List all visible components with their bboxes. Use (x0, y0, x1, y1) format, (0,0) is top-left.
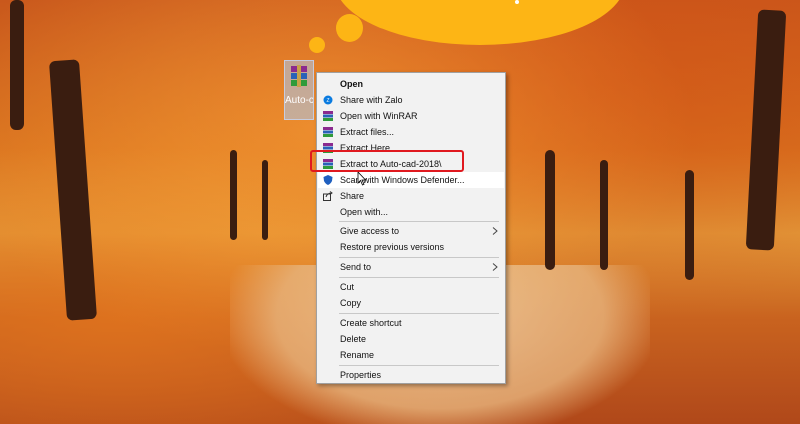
mouse-cursor-icon (357, 172, 367, 186)
tree-trunk (600, 160, 608, 270)
menu-item-delete[interactable]: Delete (318, 331, 504, 347)
menu-item-cut[interactable]: Cut (318, 279, 504, 295)
menu-item-create-shortcut[interactable]: Create shortcut (318, 315, 504, 331)
thought-bubble (335, 0, 625, 45)
tree-trunk (685, 170, 694, 280)
menu-separator (339, 313, 499, 314)
tree-trunk (262, 160, 268, 240)
winrar-icon (323, 111, 333, 121)
winrar-icon (323, 127, 333, 137)
thought-bubble-dot (336, 14, 363, 42)
menu-item-share-with-zalo[interactable]: Z Share with Zalo (318, 92, 504, 108)
tree-trunk (10, 0, 24, 130)
defender-icon (323, 175, 333, 185)
svg-text:Z: Z (326, 98, 329, 104)
tree-trunk (545, 150, 555, 270)
tree-trunk (230, 150, 237, 240)
menu-item-share[interactable]: Share (318, 188, 504, 204)
menu-separator (339, 365, 499, 366)
chevron-right-icon (492, 227, 498, 235)
context-menu: Open Z Share with Zalo Open with WinRAR … (316, 72, 506, 384)
menu-item-open-with-winrar[interactable]: Open with WinRAR (318, 108, 504, 124)
menu-separator (339, 257, 499, 258)
tree-trunk (48, 59, 98, 321)
menu-separator (339, 221, 499, 222)
tree-trunk (745, 9, 787, 251)
menu-item-restore-previous-versions[interactable]: Restore previous versions (318, 239, 504, 255)
highlight-annotation-box (310, 150, 464, 172)
winrar-archive-icon (291, 65, 307, 87)
menu-item-rename[interactable]: Rename (318, 347, 504, 363)
menu-item-properties[interactable]: Properties (318, 367, 504, 383)
menu-item-send-to[interactable]: Send to (318, 259, 504, 275)
menu-item-scan-defender[interactable]: Scan with Windows Defender... (318, 172, 504, 188)
menu-separator (339, 277, 499, 278)
chevron-right-icon (492, 263, 498, 271)
menu-item-extract-files[interactable]: Extract files... (318, 124, 504, 140)
share-icon (323, 191, 333, 201)
thought-bubble-dot (309, 37, 325, 53)
menu-item-open[interactable]: Open (318, 76, 504, 92)
desktop-file-icon[interactable]: Auto-cad-2018 (284, 60, 314, 120)
zalo-icon: Z (323, 95, 333, 105)
menu-item-open-with[interactable]: Open with... (318, 204, 504, 220)
bubble-speck (515, 0, 519, 4)
menu-item-give-access-to[interactable]: Give access to (318, 223, 504, 239)
menu-item-copy[interactable]: Copy (318, 295, 504, 311)
desktop-file-label: Auto-cad-2018 (285, 95, 313, 106)
